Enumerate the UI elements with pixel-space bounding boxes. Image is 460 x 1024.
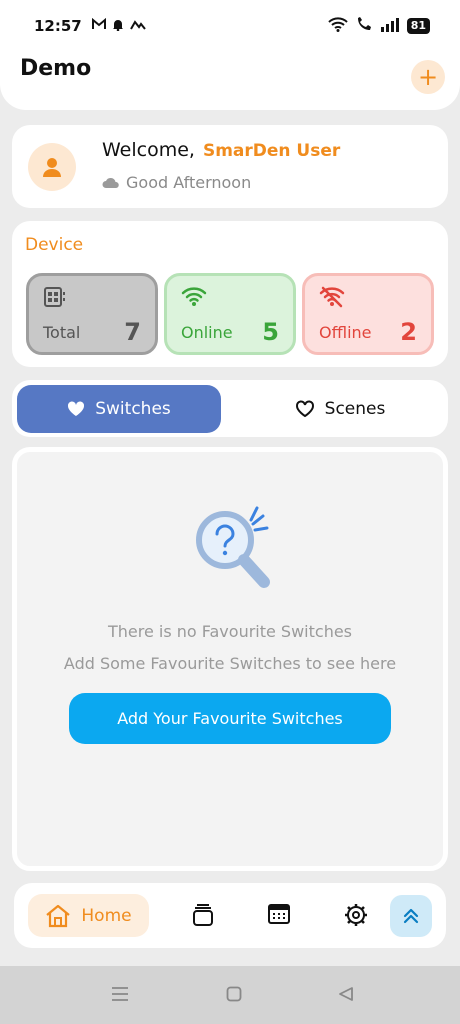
device-total-label: Total	[43, 323, 81, 342]
plus-icon: +	[417, 63, 439, 91]
scroll-top-button[interactable]	[390, 895, 432, 937]
nav-home-label: Home	[81, 905, 132, 926]
bottom-nav: Home	[14, 883, 446, 948]
wifi-call-icon	[355, 16, 373, 36]
device-online-label: Online	[181, 323, 233, 342]
wifi-off-icon	[319, 286, 345, 312]
menu-icon[interactable]	[111, 986, 129, 1006]
home-square-icon[interactable]	[226, 986, 242, 1006]
tab-switches[interactable]: Switches	[17, 385, 221, 433]
double-chevron-up-icon	[403, 908, 419, 924]
device-online-box[interactable]: Online 5	[164, 273, 296, 355]
settings-icon[interactable]	[344, 903, 368, 931]
page-title: Demo	[20, 56, 92, 81]
wifi-icon	[181, 286, 207, 310]
device-online-value: 5	[262, 318, 279, 346]
empty-state-panel: There is no Favourite Switches Add Some …	[12, 447, 448, 871]
add-button[interactable]: +	[411, 60, 445, 94]
status-bar: 12:57 81	[0, 0, 460, 52]
bell-icon	[112, 18, 124, 35]
search-question-icon	[187, 500, 287, 604]
device-offline-value: 2	[400, 318, 417, 346]
device-total-box[interactable]: Total 7	[26, 273, 158, 355]
avatar[interactable]	[28, 143, 76, 191]
calendar-icon[interactable]	[268, 903, 290, 929]
greeting-text: Good Afternoon	[126, 173, 252, 192]
empty-state-title: There is no Favourite Switches	[107, 622, 353, 641]
back-icon[interactable]	[338, 986, 354, 1006]
add-favourite-switches-button[interactable]: Add Your Favourite Switches	[69, 693, 391, 744]
tab-bar: Switches Scenes	[12, 380, 448, 437]
empty-state-subtitle: Add Some Favourite Switches to see here	[63, 654, 397, 673]
device-total-value: 7	[124, 318, 141, 346]
user-icon	[43, 158, 61, 177]
device-offline-box[interactable]: Offline 2	[302, 273, 434, 355]
wifi-status-icon	[327, 16, 348, 36]
device-card: Device Total 7 Online 5 Offline 2	[12, 221, 448, 367]
cell-signal-icon	[380, 17, 400, 36]
welcome-line: Welcome, SmarDen User	[102, 139, 340, 161]
user-name: SmarDen User	[202, 141, 341, 161]
tab-scenes[interactable]: Scenes	[238, 385, 442, 433]
welcome-greeting: Welcome,	[102, 139, 195, 161]
signal-app-icon	[129, 19, 146, 34]
tab-switches-label: Switches	[95, 399, 171, 419]
system-nav-bar	[0, 966, 460, 1024]
greeting-subtitle: Good Afternoon	[102, 173, 251, 192]
heart-outline-icon	[295, 400, 314, 418]
gmail-icon	[91, 17, 106, 34]
status-time: 12:57	[34, 17, 82, 35]
welcome-card: Welcome, SmarDen User Good Afternoon	[12, 125, 448, 208]
nav-home[interactable]: Home	[28, 894, 149, 937]
device-offline-label: Offline	[319, 323, 372, 342]
scenes-stack-icon[interactable]	[192, 903, 214, 931]
cloud-icon	[102, 177, 119, 188]
heart-filled-icon	[68, 401, 85, 416]
app-header: 12:57 81 Demo +	[0, 0, 460, 110]
home-icon	[46, 904, 71, 927]
battery-level: 81	[406, 18, 430, 34]
tab-scenes-label: Scenes	[324, 399, 386, 419]
device-title: Device	[25, 235, 84, 255]
device-icon	[43, 286, 67, 312]
